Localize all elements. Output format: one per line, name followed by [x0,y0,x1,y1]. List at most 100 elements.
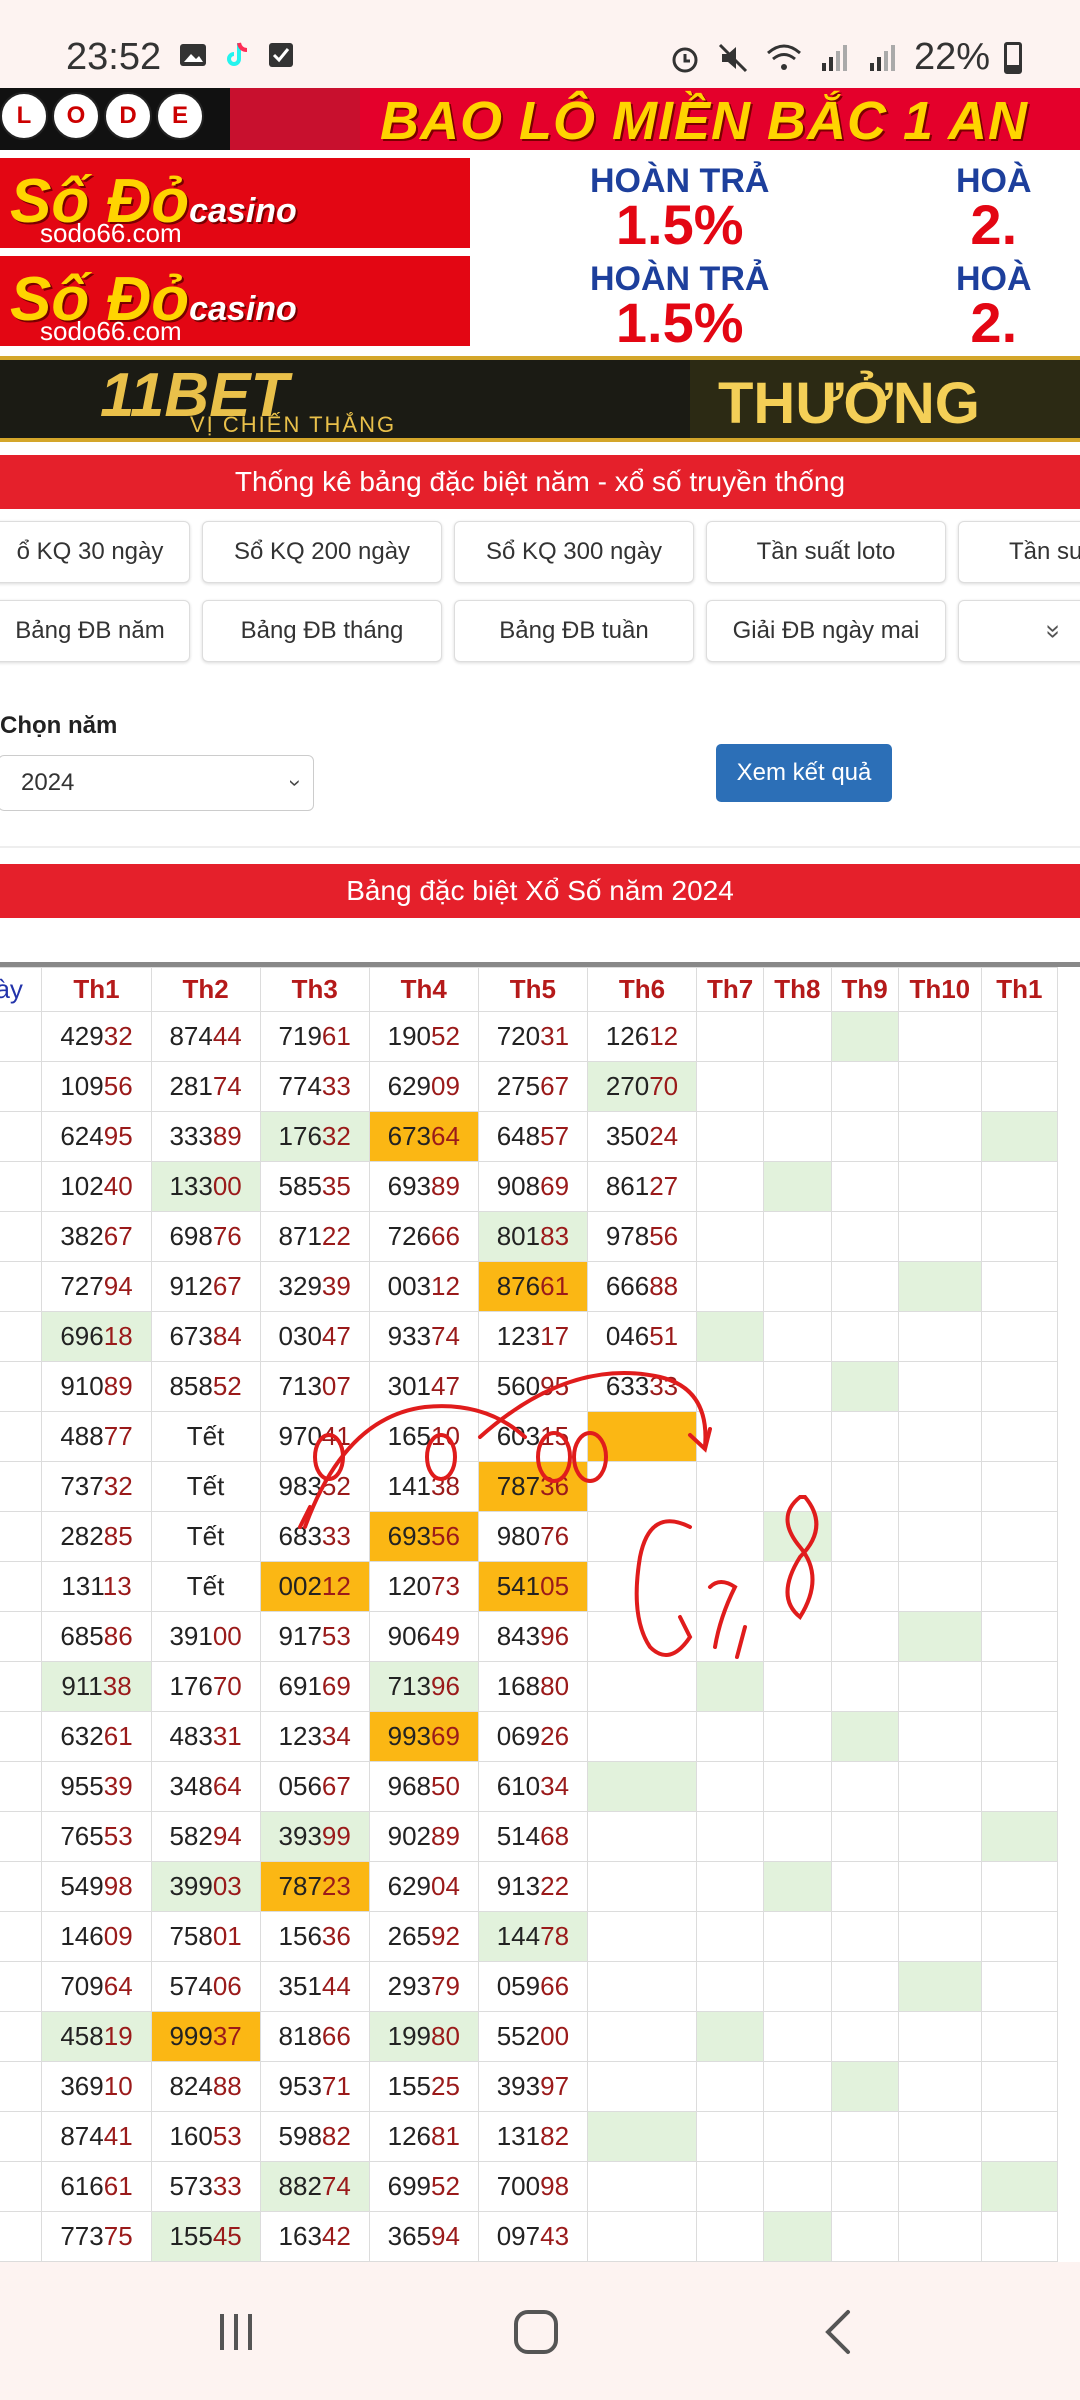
table-body: 1429328744471961190527203112612210956281… [0,1011,1059,2262]
result-last-two: 80 [431,2021,460,2051]
result-cell: 12073 [368,1561,479,1612]
result-cell: 99369 [368,1711,479,1762]
result-prefix: 801 [496,1221,541,1251]
result-last-two: 67 [321,1771,351,1801]
nav-giai-db-ngay-mai[interactable]: Giải ĐB ngày mai [706,600,946,662]
nav-bang-db-tuan[interactable]: Bảng ĐB tuần [454,600,694,662]
tiktok-icon [227,42,248,66]
result-cell [897,1011,982,1062]
nav-so-kq-30[interactable]: ổ KQ 30 ngày [0,521,190,583]
result-cell: Tết [150,1561,261,1612]
result-cell [897,1311,982,1362]
back-icon[interactable] [810,2302,870,2362]
nav-tan-suat-loto[interactable]: Tần suất loto [706,521,946,583]
result-last-two: 82 [540,2121,570,2151]
result-cell: 45819 [41,2011,152,2062]
result-last-two: 99 [321,1821,351,1851]
recent-apps-icon[interactable] [206,2302,266,2362]
result-cell: Tết [150,1461,261,1512]
view-results-button[interactable]: Xem kết quả [716,744,892,802]
result-last-two: 47 [321,1321,351,1351]
result-last-two: 76 [212,1221,242,1251]
result-cell: 61661 [41,2161,152,2212]
year-select[interactable]: 2024 › [0,755,314,811]
result-cell: 36594 [368,2211,479,2262]
result-cell [696,1061,765,1112]
result-prefix: 968 [387,1771,432,1801]
result-last-two: 56 [103,1071,133,1101]
nav-more-button[interactable]: » [958,600,1080,662]
status-bar: 23:52 22% [0,0,1080,88]
ad-banner-sodo-1[interactable]: Số Đỏcasino sodo66.com HOÀN TRẢ 1.5% HOÀ 2… [0,158,1080,248]
result-cell: 35144 [259,1961,370,2012]
table-row: 91460975801156362659214478 [0,1911,1059,1962]
result-prefix: 673 [387,1121,432,1151]
table-row: 948877Tết970411651060315 [0,1411,1059,1462]
ad-banner-11bet[interactable]: 11BET VỊ CHIẾN THẮNG THƯỞNG [0,356,1080,442]
nav-so-kq-200[interactable]: Sổ KQ 200 ngày [202,521,442,583]
result-cell [830,1561,899,1612]
result-cell: 87661 [477,1261,588,1312]
result-cell: 73732 [41,1461,152,1512]
result-cell [763,1261,832,1312]
result-cell: 78723 [259,1861,370,1912]
day-cell: 4 [0,1161,43,1212]
result-cell [830,1311,899,1362]
ad-banner-sodo-2[interactable]: Số Đỏcasino sodo66.com HOÀN TRẢ 1.5% HOÀ 2… [0,256,1080,346]
result-cell: 97041 [259,1411,370,1462]
nav-bang-db-nam[interactable]: Bảng ĐB năm [0,600,190,662]
result-cell: 58535 [259,1161,370,1212]
result-prefix: 059 [496,1971,541,2001]
result-cell [696,1411,765,1462]
result-cell: 87441 [41,2111,152,2162]
nav-so-kq-300[interactable]: Sổ KQ 300 ngày [454,521,694,583]
result-cell [696,1361,765,1412]
day-cell: 8 [0,1361,43,1412]
result-prefix: 123 [278,1721,322,1751]
result-last-two: 67 [212,1271,242,1301]
11bet-slogan: VỊ CHIẾN THẮNG [190,412,397,437]
result-cell: 84396 [477,1611,588,1662]
result-prefix: 603 [496,1421,541,1451]
result-cell [586,2211,698,2262]
result-prefix: 876 [496,1271,541,1301]
result-prefix: 719 [278,1021,322,1051]
result-cell [980,1361,1059,1412]
result-prefix: 102 [60,1171,104,1201]
result-prefix: 843 [496,1621,541,1651]
nav-bang-db-thang[interactable]: Bảng ĐB tháng [202,600,442,662]
result-cell: 91322 [477,1861,588,1912]
result-last-two: 88 [649,1271,679,1301]
result-cell: 63333 [586,1361,698,1412]
result-cell [980,1011,1059,1062]
result-cell [696,2211,765,2262]
result-cell: 51468 [477,1811,588,1862]
result-cell: 87444 [150,1011,261,1062]
special-prize-table-container[interactable]: gàyTh1Th2Th3Th4Th5Th6Th7Th8Th9Th10Th1 14… [0,962,1080,2267]
promo-rebate-2: HOÀ 2. [956,260,1032,346]
result-cell [763,1411,832,1462]
column-header-month: Th3 [259,967,370,1012]
result-cell [763,1311,832,1362]
result-last-two: 03 [212,1871,242,1901]
result-last-two: 32 [103,1021,133,1051]
result-prefix: 874 [60,2121,104,2151]
home-icon[interactable] [506,2302,566,2362]
nav-tan-suat[interactable]: Tần su [958,521,1080,583]
result-prefix: 908 [496,1171,541,1201]
table-row: 2109562817477433629092756727070 [0,1061,1059,1112]
result-prefix: 056 [278,1771,322,1801]
result-last-two: 18 [103,1321,133,1351]
ad-banner-lode[interactable]: L O D E BAO LÔ MIỀN BẮC 1 AN [0,88,1080,150]
result-cell: 71396 [368,1661,479,1712]
result-prefix: 699 [387,2171,432,2201]
result-cell [586,1411,698,1462]
result-cell [586,1711,698,1762]
result-prefix: 350 [605,1121,650,1151]
result-cell: 85852 [150,1361,261,1412]
result-cell: 91267 [150,1261,261,1312]
result-cell [763,1761,832,1812]
result-cell [696,2061,765,2112]
result-last-two: 07 [321,1371,351,1401]
result-prefix: 902 [387,1821,432,1851]
